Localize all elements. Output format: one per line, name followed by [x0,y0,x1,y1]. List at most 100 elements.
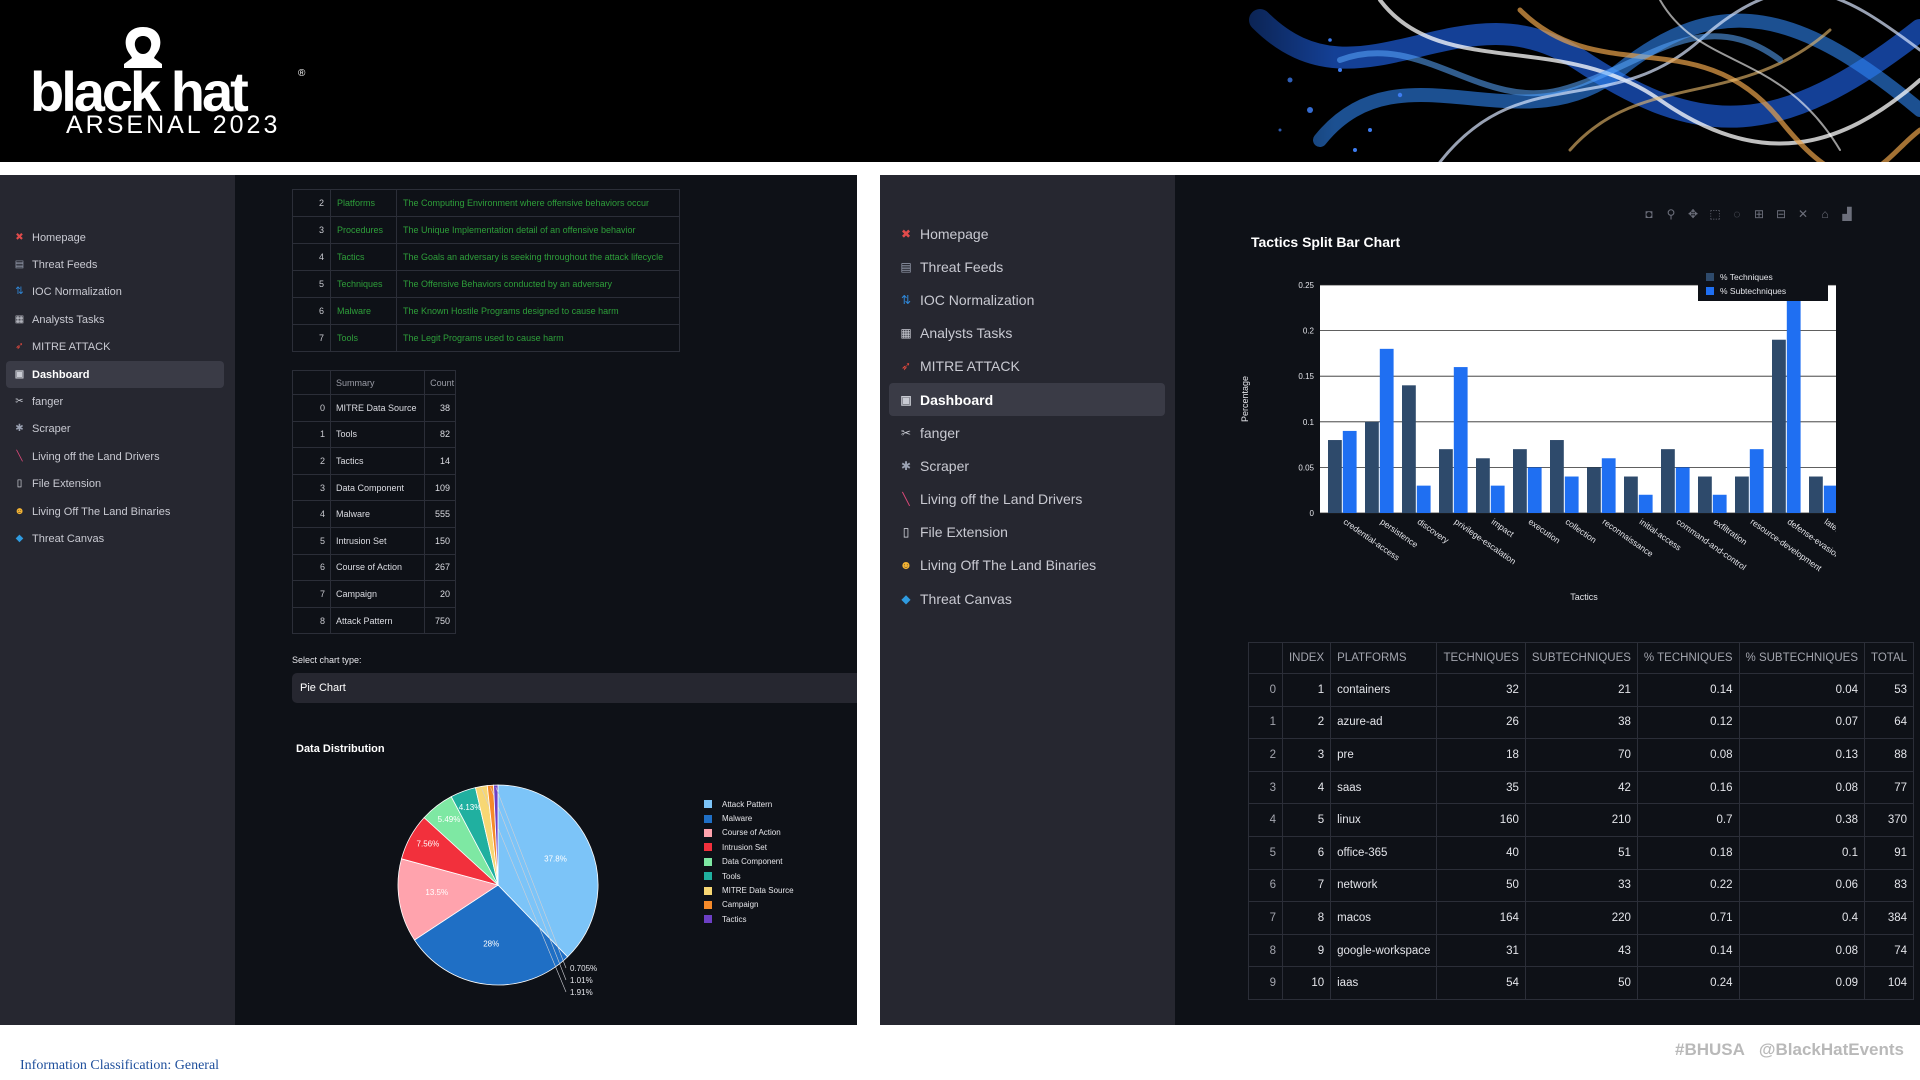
sidebar-item-label: Scraper [32,423,71,436]
sidebar-item-homepage[interactable]: ✖ Homepage [6,224,224,251]
sidebar-item-living-off-the-land-drivers[interactable]: ╲ Living off the Land Drivers [6,443,224,470]
sidebar-item-ioc-normalization[interactable]: ⇅ IOC Normalization [6,279,224,306]
sidebar-item-homepage[interactable]: ✖ Homepage [889,217,1165,250]
sidebar-item-ioc-normalization[interactable]: ⇅ IOC Normalization [889,283,1165,316]
table-row: 8 Attack Pattern 750 [292,606,456,635]
legend-item[interactable]: Campaign [704,898,794,912]
legend-label[interactable]: % Subtechniques [1720,286,1786,296]
sidebar-item-living-off-the-land-binaries[interactable]: ☻ Living Off The Land Binaries [889,549,1165,582]
table-cell: 160 [1436,803,1526,837]
sidebar-item-threat-feeds[interactable]: ▤ Threat Feeds [6,251,224,278]
sidebar-item-threat-canvas[interactable]: ◆ Threat Canvas [6,525,224,552]
bar-reconnaissance-techniques[interactable] [1587,467,1601,513]
zoom-out-icon[interactable]: ⊟ [1772,207,1790,221]
sidebar-item-threat-canvas[interactable]: ◆ Threat Canvas [889,582,1165,615]
bar-resource-development-subtechniques[interactable] [1749,449,1764,513]
table-cell: linux [1330,803,1438,837]
bar-exfiltration-subtechniques[interactable] [1712,494,1727,513]
blackhat-logo: black hat ® ARSENAL 2023 [30,24,320,138]
bar-credential-access-subtechniques[interactable] [1342,430,1357,513]
summary-header-count[interactable]: Count [424,370,456,395]
bar-exfiltration-techniques[interactable] [1698,476,1712,513]
table-cell: containers [1330,673,1438,707]
bar-impact-techniques[interactable] [1476,458,1490,513]
lasso-icon[interactable]: ◌ [1728,207,1746,221]
bar-command-and-control-techniques[interactable] [1661,449,1675,513]
bar-discovery-subtechniques[interactable] [1416,485,1431,513]
sidebar-item-file-extension[interactable]: ▯ File Extension [6,471,224,498]
bar-defense-evasion-techniques[interactable] [1772,339,1786,513]
bar-discovery-techniques[interactable] [1402,385,1416,513]
legend-item[interactable]: Course of Action [704,826,794,840]
sidebar-item-label: IOC Normalization [32,286,122,299]
bar-lateral-movement-techniques[interactable] [1809,476,1823,513]
glossary-description: The Offensive Behaviors conducted by an … [396,270,680,298]
column-header[interactable] [1248,642,1283,674]
legend-item[interactable]: Intrusion Set [704,840,794,854]
sidebar-item-scraper[interactable]: ✱ Scraper [889,449,1165,482]
sidebar-item-mitre-attack[interactable]: ➶ MITRE ATTACK [6,334,224,361]
summary-header-summary[interactable]: Summary [329,370,426,395]
sidebar-item-fanger[interactable]: ✂ fanger [889,416,1165,449]
bar-impact-subtechniques[interactable] [1490,485,1505,513]
bar-initial-access-subtechniques[interactable] [1638,494,1653,513]
table-cell: 164 [1436,901,1526,935]
column-header[interactable]: TECHNIQUES [1436,642,1526,674]
bar-defense-evasion-subtechniques[interactable] [1786,285,1801,513]
bar-command-and-control-subtechniques[interactable] [1675,467,1690,513]
legend-label[interactable]: % Techniques [1720,272,1773,282]
pie-slice-label: 5.49% [438,815,461,824]
zoom-in-icon[interactable]: ⊞ [1750,207,1768,221]
bar-collection-subtechniques[interactable] [1564,476,1579,513]
box-select-icon[interactable]: ⬚ [1706,207,1724,221]
sidebar-item-analysts-tasks[interactable]: ▦ Analysts Tasks [889,317,1165,350]
bar-privilege-escalation-subtechniques[interactable] [1453,367,1468,513]
bar-privilege-escalation-techniques[interactable] [1439,449,1453,513]
plotly-logo-icon[interactable]: ▟ [1838,207,1856,221]
legend-item[interactable]: Tactics [704,912,794,926]
sidebar-item-analysts-tasks[interactable]: ▦ Analysts Tasks [6,306,224,333]
reset-axes-icon[interactable]: ⌂ [1816,207,1834,221]
column-header[interactable]: TOTAL [1864,642,1914,674]
bar-lateral-movement-subtechniques[interactable] [1823,485,1836,513]
sidebar-item-living-off-the-land-drivers[interactable]: ╲ Living off the Land Drivers [889,483,1165,516]
column-header[interactable]: % TECHNIQUES [1636,642,1740,674]
chart-type-select[interactable]: Pie Chart [292,673,857,703]
bar-execution-techniques[interactable] [1513,449,1527,513]
table-cell: 7 [1248,901,1283,935]
pan-icon[interactable]: ✥ [1684,207,1702,221]
bar-reconnaissance-subtechniques[interactable] [1601,458,1616,513]
column-header[interactable]: SUBTECHNIQUES [1524,642,1638,674]
sidebar-item-living-off-the-land-binaries[interactable]: ☻ Living Off The Land Binaries [6,498,224,525]
bar-execution-subtechniques[interactable] [1527,467,1542,513]
sidebar-item-fanger[interactable]: ✂ fanger [6,388,224,415]
zoom-icon[interactable]: ⚲ [1662,207,1680,221]
sidebar-item-scraper[interactable]: ✱ Scraper [6,416,224,443]
legend-item[interactable]: Data Component [704,855,794,869]
legend-item[interactable]: Malware [704,811,794,825]
legend-item[interactable]: Tools [704,869,794,883]
table-cell: 83 [1864,868,1914,903]
autoscale-icon[interactable]: ✕ [1794,207,1812,221]
legend-item[interactable]: Attack Pattern [704,797,794,811]
sidebar-item-threat-feeds[interactable]: ▤ Threat Feeds [889,250,1165,283]
column-header[interactable]: INDEX [1281,642,1332,674]
bar-resource-development-techniques[interactable] [1735,476,1749,513]
bar-persistence-subtechniques[interactable] [1379,348,1394,513]
bar-credential-access-techniques[interactable] [1328,440,1342,513]
column-header[interactable]: % SUBTECHNIQUES [1738,642,1866,674]
legend-item[interactable]: MITRE Data Source [704,883,794,897]
bar-initial-access-techniques[interactable] [1624,476,1638,513]
legend-swatch [704,886,712,895]
bar-persistence-techniques[interactable] [1365,421,1379,513]
sidebar-item-mitre-attack[interactable]: ➶ MITRE ATTACK [889,350,1165,383]
sidebar-item-dashboard[interactable]: ▣ Dashboard [6,360,224,389]
table-cell: 104 [1864,966,1914,1000]
sidebar-item-dashboard[interactable]: ▣ Dashboard [889,382,1165,417]
bar-collection-techniques[interactable] [1550,440,1564,513]
table-cell: 5 [1281,803,1332,837]
row-index: 8 [292,606,331,635]
camera-icon[interactable]: ◘ [1640,207,1658,221]
sidebar-item-file-extension[interactable]: ▯ File Extension [889,516,1165,549]
column-header[interactable]: PLATFORMS [1330,642,1438,674]
